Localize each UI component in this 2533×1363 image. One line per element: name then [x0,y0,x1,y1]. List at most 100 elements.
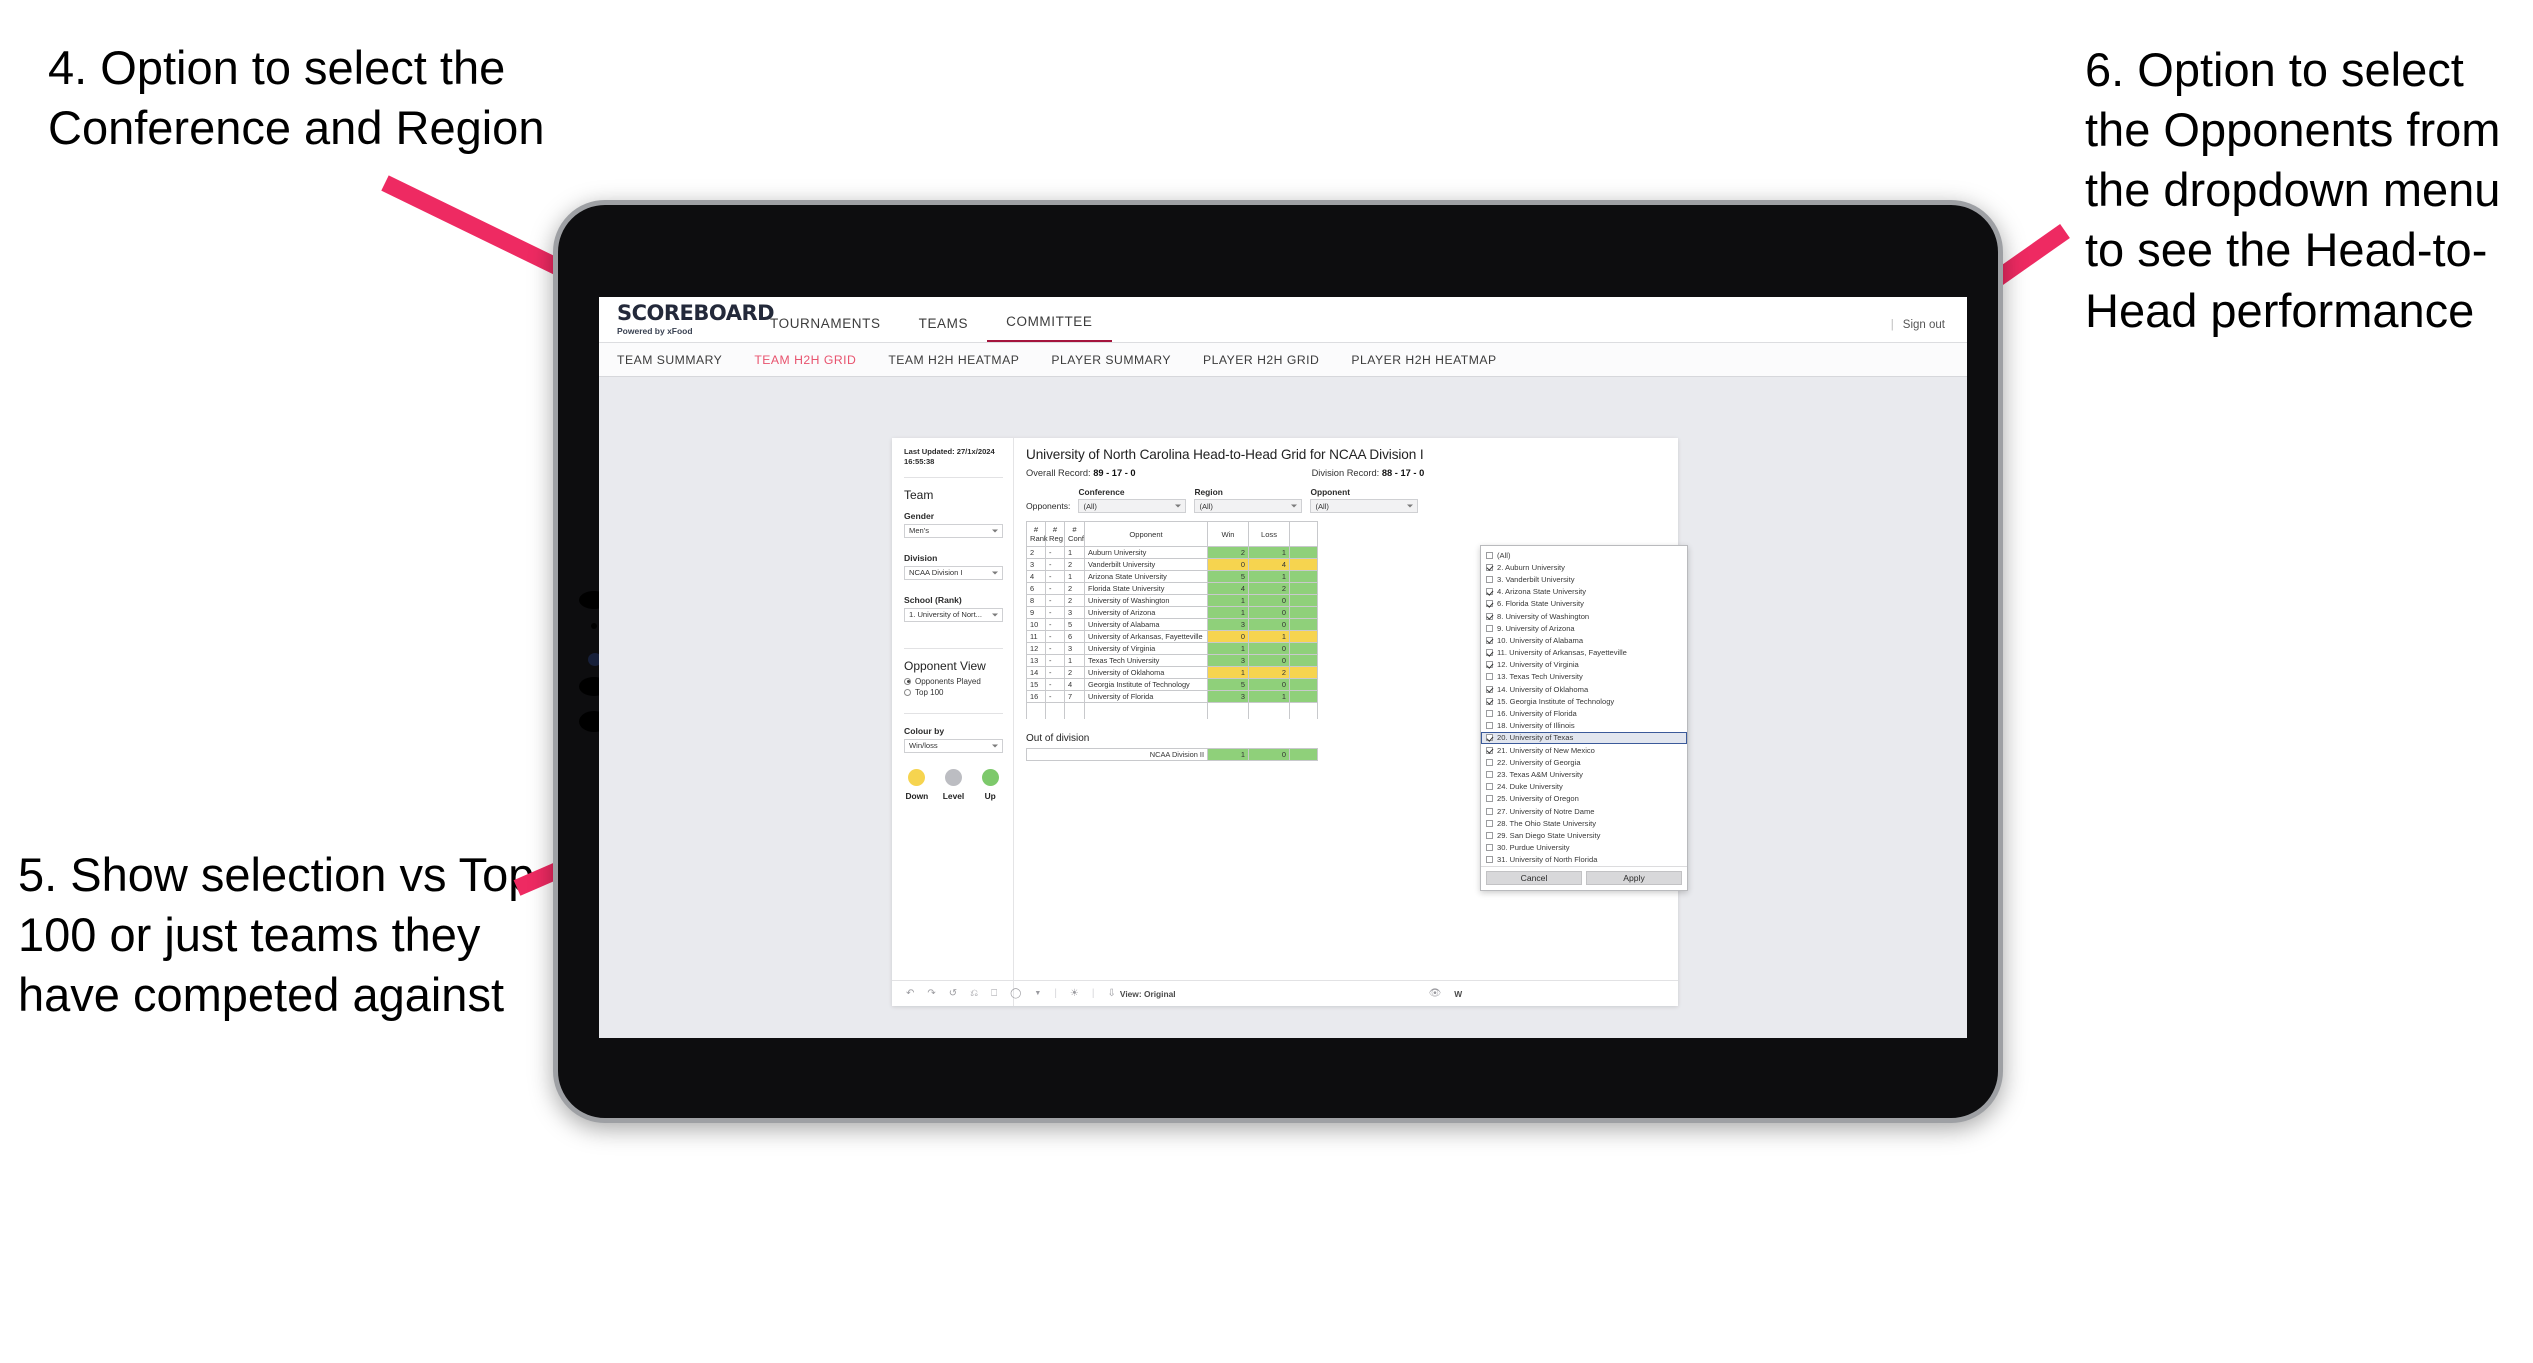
undo-icon[interactable]: ↶ [906,988,914,999]
opponent-option[interactable]: 10. University of Alabama [1481,634,1687,646]
opponent-option[interactable]: 29. San Diego State University [1481,829,1687,841]
opponent-option[interactable]: 18. University of Illinois [1481,720,1687,732]
table-row[interactable]: 12-3 University of Virginia 1 0 [1026,642,1318,655]
opponent-option[interactable]: 30. Purdue University [1481,842,1687,854]
checkbox-checked-icon[interactable] [1486,734,1493,742]
highlight-icon[interactable]: ◯ [1010,988,1021,999]
table-row[interactable]: 16-7 University of Florida 3 1 [1026,690,1318,703]
checkbox-checked-icon[interactable] [1486,588,1493,596]
colour-by-select[interactable]: Win/loss [904,738,1003,753]
checkbox-checked-icon[interactable] [1486,612,1493,620]
cancel-button[interactable]: Cancel [1486,870,1582,885]
checkbox-checked-icon[interactable] [1486,600,1493,608]
school-rank-select[interactable]: 1. University of Nort... [904,607,1003,622]
opponent-option[interactable]: 2. Auburn University [1481,561,1687,573]
radio-opponents-played[interactable]: Opponents Played [904,677,1003,686]
redo-icon[interactable]: ↷ [927,988,935,999]
nav-tournaments[interactable]: TOURNAMENTS [751,316,900,342]
table-row[interactable]: 9-3 University of Arizona 1 0 [1026,606,1318,619]
subnav-team-h2h-grid[interactable]: TEAM H2H GRID [754,353,876,367]
opponent-option[interactable]: 9. University of Arizona [1481,622,1687,634]
gender-select[interactable]: Men's [904,523,1003,538]
share-icon[interactable]: ☀ [1070,988,1079,999]
opponent-option[interactable]: 28. The Ohio State University [1481,817,1687,829]
table-row[interactable]: 4-1 Arizona State University 5 1 [1026,570,1318,583]
opponent-option[interactable]: 27. University of Notre Dame [1481,805,1687,817]
nav-committee[interactable]: COMMITTEE [987,314,1112,342]
checkbox-checked-icon[interactable] [1486,563,1493,571]
opponent-option[interactable]: 23. Texas A&M University [1481,768,1687,780]
checkbox-icon[interactable] [1486,770,1493,778]
opponent-option[interactable]: 15. Georgia Institute of Technology [1481,695,1687,707]
opponent-option[interactable]: 20. University of Texas [1481,731,1687,744]
opponent-dropdown-popup[interactable]: (All) 2. Auburn University 3. Vanderbilt U… [1480,545,1688,891]
table-row[interactable]: 14-2 University of Oklahoma 1 2 [1026,666,1318,679]
opponent-option[interactable]: 13. Texas Tech University [1481,671,1687,683]
checkbox-checked-icon[interactable] [1486,649,1493,657]
table-row[interactable]: 6-2 Florida State University 4 2 [1026,582,1318,595]
pause-updates-icon[interactable]: ⎕ [991,988,997,999]
checkbox-icon[interactable] [1486,831,1493,839]
cell-rank: 2 [1026,546,1046,559]
opponent-select[interactable]: (All) [1310,499,1419,513]
checkbox-icon[interactable] [1486,722,1493,730]
table-row[interactable]: 11-6 University of Arkansas, Fayetteville… [1026,630,1318,643]
checkbox-icon[interactable] [1486,856,1493,864]
radio-top-100[interactable]: Top 100 [904,688,1003,697]
brand-logo[interactable]: SCOREBOARD Powered by xFood [599,303,775,342]
opponent-option[interactable]: (All) [1481,549,1687,561]
signout-link[interactable]: Sign out [1903,319,1945,331]
opponent-option[interactable]: 12. University of Virginia [1481,659,1687,671]
checkbox-checked-icon[interactable] [1486,746,1493,754]
opponent-option[interactable]: 8. University of Washington [1481,610,1687,622]
view-original-button[interactable]: ⇩ View: Original [1108,988,1176,999]
apply-button[interactable]: Apply [1586,870,1682,885]
revert-icon[interactable]: ↺ [949,988,957,999]
opponent-option[interactable]: 24. Duke University [1481,781,1687,793]
division-select[interactable]: NCAA Division I [904,565,1003,580]
opponent-option[interactable]: 21. University of New Mexico [1481,744,1687,756]
checkbox-checked-icon[interactable] [1486,636,1493,644]
subnav-player-h2h-grid[interactable]: PLAYER H2H GRID [1203,353,1339,367]
checkbox-checked-icon[interactable] [1486,685,1493,693]
checkbox-icon[interactable] [1486,819,1493,827]
checkbox-icon[interactable] [1486,844,1493,852]
opponent-option[interactable]: 4. Arizona State University [1481,586,1687,598]
subnav-team-h2h-heatmap[interactable]: TEAM H2H HEATMAP [888,353,1039,367]
checkbox-icon[interactable] [1486,783,1493,791]
opponent-option[interactable]: 31. University of North Florida [1481,854,1687,866]
region-select[interactable]: (All) [1194,499,1303,513]
table-row[interactable]: 2-1 Auburn University 2 1 [1026,546,1318,559]
conference-select[interactable]: (All) [1078,499,1187,513]
table-row[interactable]: 13-1 Texas Tech University 3 0 [1026,654,1318,667]
refresh-data-icon[interactable]: ⎌ [970,988,978,999]
subnav-team-summary[interactable]: TEAM SUMMARY [617,353,742,367]
out-of-division-row[interactable]: NCAA Division II 1 0 [1026,747,1318,761]
subnav-player-summary[interactable]: PLAYER SUMMARY [1051,353,1191,367]
table-row[interactable]: 15-4 Georgia Institute of Technology 5 0 [1026,678,1318,691]
checkbox-icon[interactable] [1486,758,1493,766]
opponent-option[interactable]: 22. University of Georgia [1481,756,1687,768]
opponent-option[interactable]: 25. University of Oregon [1481,793,1687,805]
table-row[interactable]: 3-2 Vanderbilt University 0 4 [1026,558,1318,571]
table-row[interactable]: 8-2 University of Washington 1 0 [1026,594,1318,607]
checkbox-icon[interactable] [1486,624,1493,632]
chevron-down-icon[interactable]: ▼ [1034,990,1041,997]
checkbox-checked-icon[interactable] [1486,661,1493,669]
opponent-option[interactable]: 3. Vanderbilt University [1481,573,1687,585]
nav-teams[interactable]: TEAMS [900,316,988,342]
opponent-option[interactable]: 6. Florida State University [1481,598,1687,610]
checkbox-icon[interactable] [1486,795,1493,803]
opponent-option[interactable]: 16. University of Florida [1481,707,1687,719]
table-row[interactable]: 10-5 University of Alabama 3 0 [1026,618,1318,631]
checkbox-icon[interactable] [1486,673,1493,681]
checkbox-icon[interactable] [1486,710,1493,718]
checkbox-checked-icon[interactable] [1486,697,1493,705]
subnav-player-h2h-heatmap[interactable]: PLAYER H2H HEATMAP [1351,353,1516,367]
checkbox-icon[interactable] [1486,575,1493,583]
opponent-option[interactable]: 14. University of Oklahoma [1481,683,1687,695]
checkbox-icon[interactable] [1486,551,1493,559]
watch-icon[interactable]: 👁 [1429,988,1442,999]
checkbox-icon[interactable] [1486,807,1493,815]
opponent-option[interactable]: 11. University of Arkansas, Fayetteville [1481,647,1687,659]
